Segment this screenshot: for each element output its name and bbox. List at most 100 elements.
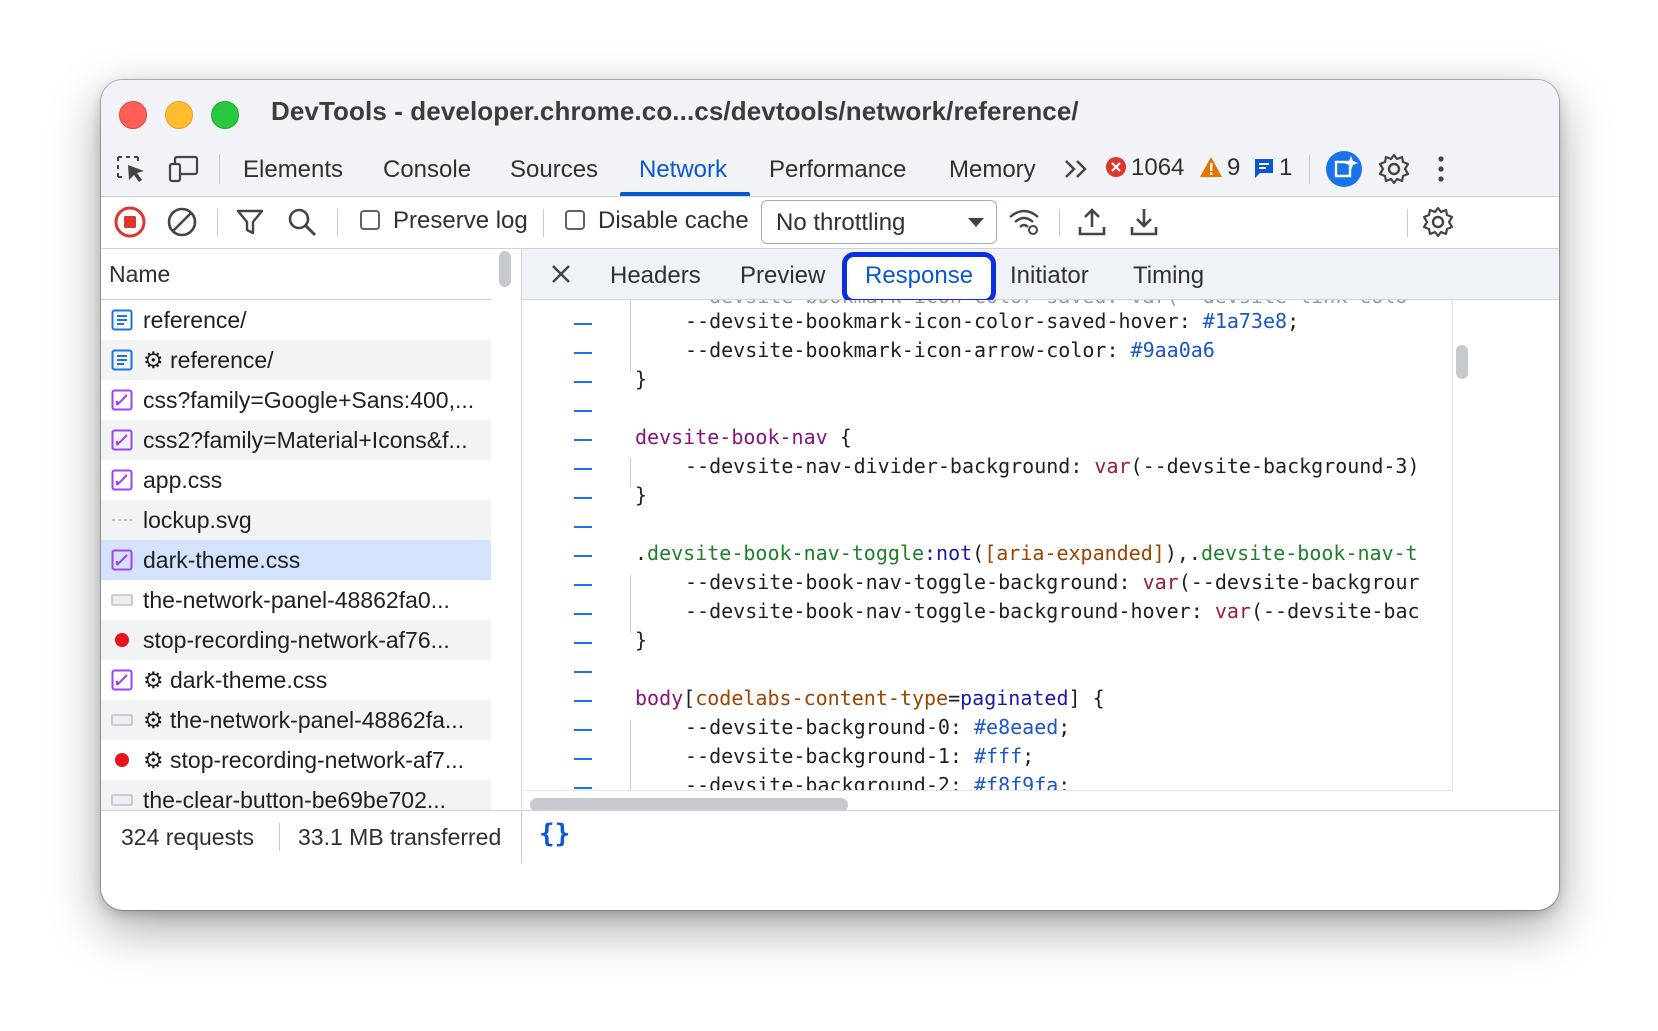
preserve-log-checkbox[interactable] (360, 210, 380, 230)
error-icon[interactable] (1105, 156, 1127, 178)
request-name: ⚙ stop-recording-network-af7... (143, 747, 465, 773)
request-row[interactable]: ⚙ stop-recording-network-af7... (101, 740, 491, 780)
more-options-icon[interactable] (1433, 154, 1449, 184)
window-title: DevTools - developer.chrome.co...cs/devt… (271, 96, 1079, 126)
warning-icon[interactable] (1199, 156, 1223, 178)
css-property: --devsite-background-1 (685, 744, 950, 768)
tab-response[interactable]: Response (865, 262, 973, 290)
css-argument: (--devsite-bac (1250, 599, 1420, 623)
network-toolbar: Preserve log Disable cache No throttling (101, 197, 1559, 249)
request-list: Name reference/ ⚙ reference/ css?family=… (101, 249, 522, 820)
chevron-down-icon (968, 218, 984, 227)
import-har-icon[interactable] (1075, 205, 1109, 239)
code-line-partial: --devsite-background-2: #f8f9fa; (685, 773, 1070, 791)
request-row[interactable]: lockup.svg (101, 500, 491, 540)
tab-elements[interactable]: Elements (243, 156, 343, 184)
network-settings-gear-icon[interactable] (1421, 205, 1455, 239)
stop-recording-icon[interactable] (113, 205, 147, 239)
image-icon (112, 519, 132, 521)
css-property: --devsite-bookmark-icon-color-saved-hove… (685, 309, 1179, 333)
request-row[interactable]: css2?family=Material+Icons&f... (101, 420, 491, 460)
css-class: devsite-book-nav-t (1200, 541, 1418, 565)
close-icon[interactable] (550, 263, 572, 285)
css-pseudo: :not (924, 541, 973, 565)
request-row[interactable]: app.css (101, 460, 491, 500)
request-row[interactable]: reference/ (101, 300, 491, 340)
error-count[interactable]: 1064 (1131, 154, 1184, 182)
preserve-log-label[interactable]: Preserve log (393, 207, 528, 235)
search-icon[interactable] (285, 205, 319, 239)
network-conditions-icon[interactable] (1007, 205, 1041, 239)
document-icon (111, 309, 133, 331)
code-line: } (635, 628, 648, 652)
code-line: --devsite-bookmark-icon-arrow-color: #9a… (685, 338, 1215, 362)
css-attribute: codelabs-content-type (695, 686, 949, 710)
request-count: 324 requests (121, 824, 254, 850)
name-column-header[interactable]: Name (101, 249, 491, 300)
tab-performance[interactable]: Performance (769, 156, 906, 184)
device-toolbar-icon[interactable] (167, 154, 201, 184)
warning-count[interactable]: 9 (1227, 154, 1240, 182)
settings-gear-icon[interactable] (1377, 152, 1411, 186)
request-row-selected[interactable]: dark-theme.css (101, 540, 491, 580)
request-row[interactable]: ⚙ the-network-panel-48862fa... (101, 700, 491, 740)
ai-assistance-icon[interactable] (1325, 150, 1363, 188)
zoom-window-button[interactable] (211, 101, 239, 129)
disable-cache-label[interactable]: Disable cache (598, 207, 749, 235)
request-row[interactable]: stop-recording-network-af76... (101, 620, 491, 660)
code-vertical-scrollbar[interactable] (1456, 345, 1468, 379)
red-dot-icon (115, 633, 129, 647)
indent-guide (630, 575, 631, 633)
diff-marker (574, 526, 592, 528)
tab-sources[interactable]: Sources (510, 156, 598, 184)
message-icon[interactable] (1253, 157, 1275, 179)
detail-tab-bar: Headers Preview Response Initiator Timin… (522, 249, 1559, 304)
request-row[interactable]: css?family=Google+Sans:400,... (101, 380, 491, 420)
diff-marker (574, 497, 592, 499)
diff-marker (574, 642, 592, 644)
tab-memory[interactable]: Memory (949, 156, 1036, 184)
tab-console[interactable]: Console (383, 156, 471, 184)
minimize-window-button[interactable] (165, 101, 193, 129)
close-window-button[interactable] (119, 101, 147, 129)
request-list-scrollbar[interactable] (499, 251, 511, 287)
diff-marker (574, 555, 592, 557)
tab-network[interactable]: Network (639, 156, 727, 184)
code-line: --devsite-bookmark-icon-color-saved-hove… (685, 309, 1300, 333)
divider (279, 823, 280, 851)
request-name: app.css (143, 467, 223, 493)
code-line: --devsite-book-nav-toggle-background: va… (685, 570, 1420, 594)
tab-timing[interactable]: Timing (1133, 262, 1204, 290)
pretty-print-button[interactable]: {} (539, 819, 570, 849)
css-value: #f8f9fa (974, 773, 1059, 791)
devtools-window: DevTools - developer.chrome.co...cs/devt… (101, 80, 1559, 910)
css-function: var (1142, 570, 1179, 594)
message-count[interactable]: 1 (1279, 154, 1292, 182)
tab-headers[interactable]: Headers (610, 262, 701, 290)
throttling-select[interactable]: No throttling (761, 200, 997, 244)
diff-marker (574, 671, 592, 673)
code-line: --devsite-book-nav-toggle-background-hov… (685, 599, 1420, 623)
response-code-view[interactable]: --devsite-bookmark-icon-color-saved: var… (522, 300, 1453, 791)
main-tab-bar: Elements Console Sources Network Perform… (101, 142, 1559, 197)
css-class: devsite-book-nav-toggle (647, 541, 924, 565)
red-dot-icon (115, 753, 129, 767)
disable-cache-checkbox[interactable] (565, 210, 585, 230)
inspect-element-icon[interactable] (115, 154, 149, 184)
transferred-size: 33.1 MB transferred (298, 824, 502, 850)
css-operator: = (948, 686, 961, 710)
divider (217, 209, 218, 237)
request-name: reference/ (143, 307, 247, 333)
export-har-icon[interactable] (1127, 205, 1161, 239)
request-row[interactable]: the-network-panel-48862fa0... (101, 580, 491, 620)
css-property: --devsite-book-nav-toggle-background-hov… (685, 599, 1191, 623)
request-row[interactable]: ⚙ reference/ (101, 340, 491, 380)
filter-icon[interactable] (233, 205, 267, 239)
clear-icon[interactable] (165, 205, 199, 239)
more-tabs-icon[interactable] (1063, 158, 1091, 180)
request-name: ⚙ dark-theme.css (143, 667, 328, 693)
tab-initiator[interactable]: Initiator (1010, 262, 1089, 290)
diff-marker (574, 381, 592, 383)
request-row[interactable]: ⚙ dark-theme.css (101, 660, 491, 700)
tab-preview[interactable]: Preview (740, 262, 825, 290)
